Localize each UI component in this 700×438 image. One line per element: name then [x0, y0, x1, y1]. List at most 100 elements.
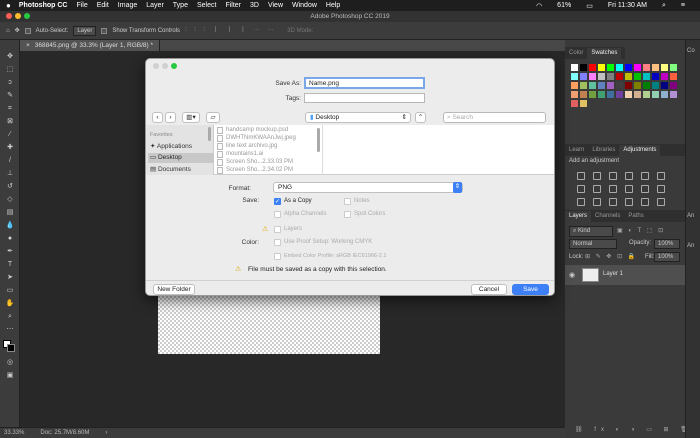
adjustment-icon[interactable]: [625, 198, 633, 206]
menu-layer[interactable]: Layer: [146, 2, 164, 9]
layer-dropdown[interactable]: Layer: [73, 25, 97, 36]
document-transparency[interactable]: [158, 286, 380, 354]
tab-libraries[interactable]: Libraries: [588, 145, 619, 156]
color-swatch[interactable]: [598, 64, 605, 71]
minimize-window-icon[interactable]: [15, 13, 21, 19]
color-swatch[interactable]: [607, 91, 614, 98]
new-folder-icon-button[interactable]: ▱: [206, 112, 220, 123]
list-item[interactable]: Screen Sho...2.33.03 PM: [226, 159, 293, 165]
color-swatch[interactable]: [643, 64, 650, 71]
color-swatch[interactable]: [652, 64, 659, 71]
adjustment-icon[interactable]: [577, 172, 585, 180]
adjustment-icon[interactable]: [577, 198, 585, 206]
move-icon[interactable]: ✥: [4, 52, 16, 62]
color-swatch[interactable]: [598, 82, 605, 89]
layer-row[interactable]: ◉ Layer 1: [565, 265, 685, 285]
brush-icon[interactable]: /: [4, 156, 16, 166]
color-swatch[interactable]: [661, 91, 668, 98]
battery-icon[interactable]: ▭: [586, 2, 593, 10]
menu-list-icon[interactable]: ≡: [681, 2, 685, 9]
auto-select-checkbox[interactable]: [24, 27, 31, 34]
color-swatch[interactable]: [634, 82, 641, 89]
stamp-icon[interactable]: ⊥: [4, 169, 16, 179]
adjustment-icon[interactable]: [609, 172, 617, 180]
adjustment-icon[interactable]: [593, 185, 601, 193]
marquee-icon[interactable]: ⬚: [4, 65, 16, 75]
color-swatch[interactable]: [616, 82, 623, 89]
color-swatch[interactable]: [571, 82, 578, 89]
adjustment-icons[interactable]: [565, 168, 685, 208]
path-select-icon[interactable]: ➤: [4, 273, 16, 283]
eye-icon[interactable]: ◉: [569, 271, 575, 279]
fill-field[interactable]: 100%: [654, 252, 680, 262]
adjustment-icon[interactable]: [593, 198, 601, 206]
color-swatch[interactable]: [670, 64, 677, 71]
color-swatch[interactable]: [634, 91, 641, 98]
color-swatch[interactable]: [616, 91, 623, 98]
close-tab-icon[interactable]: ×: [26, 42, 30, 49]
color-swatch[interactable]: [598, 73, 605, 80]
list-item[interactable]: Screen Sho...2.34.02 PM: [226, 167, 293, 173]
search-field[interactable]: ⌕ Search: [443, 112, 546, 123]
move-tool-icon[interactable]: ✥: [15, 27, 20, 34]
hand-icon[interactable]: ✋: [4, 299, 16, 309]
color-swatch[interactable]: [616, 64, 623, 71]
new-folder-button[interactable]: New Folder: [153, 284, 195, 295]
blend-mode-dropdown[interactable]: Normal: [569, 239, 617, 249]
dodge-icon[interactable]: ●: [4, 234, 16, 244]
align-icons[interactable]: ⫶ ⫶ ⫶ ┃ ┃ ┃ ⋯ ⋯: [185, 27, 276, 34]
lasso-icon[interactable]: ↄ: [4, 78, 16, 88]
transform-checkbox[interactable]: [101, 27, 108, 34]
pen-icon[interactable]: ✒: [4, 247, 16, 257]
proof-setup-checkbox[interactable]: [274, 239, 281, 246]
quick-mask-icon[interactable]: ◎: [4, 358, 16, 368]
tab-learn[interactable]: Learn: [565, 145, 588, 156]
adjustment-icon[interactable]: [641, 185, 649, 193]
wifi-icon[interactable]: ◠: [536, 2, 542, 10]
color-swatch[interactable]: [589, 73, 596, 80]
color-swatch[interactable]: [598, 91, 605, 98]
color-swatch[interactable]: [625, 91, 632, 98]
color-swatch[interactable]: [661, 64, 668, 71]
tab-layers[interactable]: Layers: [565, 211, 592, 222]
shape-icon[interactable]: ▭: [4, 286, 16, 296]
adjustment-icon[interactable]: [609, 185, 617, 193]
color-swatch[interactable]: [670, 73, 677, 80]
color-swatch[interactable]: [580, 82, 587, 89]
column-divider[interactable]: [322, 125, 323, 175]
cancel-button[interactable]: Cancel: [471, 284, 507, 295]
color-swatch[interactable]: [571, 100, 578, 107]
location-dropdown[interactable]: ▮ Desktop ⇕: [305, 112, 411, 123]
adjustment-icon[interactable]: [593, 172, 601, 180]
menu-image[interactable]: Image: [118, 2, 137, 9]
color-swatch[interactable]: [571, 73, 578, 80]
alpha-channels-checkbox[interactable]: [274, 211, 281, 218]
menu-type[interactable]: Type: [173, 2, 188, 9]
format-dropdown[interactable]: PNG ⇕: [273, 182, 463, 193]
list-item[interactable]: DWHTNmKWAAnJwj.jpeg: [226, 135, 296, 141]
list-item[interactable]: line text archivo.jpg: [226, 143, 277, 149]
quick-select-icon[interactable]: ✎: [4, 91, 16, 101]
color-swatch[interactable]: [670, 91, 677, 98]
kind-filter[interactable]: ⌕ Kind: [569, 226, 613, 237]
menu-edit[interactable]: Edit: [97, 2, 109, 9]
save-as-input[interactable]: Name.png: [304, 77, 425, 89]
status-arrow-icon[interactable]: ›: [105, 430, 107, 436]
menu-select[interactable]: Select: [197, 2, 216, 9]
background-color-swatch[interactable]: [7, 344, 15, 352]
search-icon[interactable]: ⌕: [662, 2, 666, 10]
dialog-zoom-icon[interactable]: [171, 63, 177, 69]
dialog-close-icon[interactable]: [153, 63, 159, 69]
color-swatch[interactable]: [661, 82, 668, 89]
color-swatch[interactable]: [643, 91, 650, 98]
history-brush-icon[interactable]: ↺: [4, 182, 16, 192]
adjustment-icon[interactable]: [609, 198, 617, 206]
home-icon[interactable]: ⌂: [6, 28, 10, 34]
more-tools-icon[interactable]: ⋯: [4, 325, 16, 335]
color-swatch[interactable]: [625, 73, 632, 80]
color-swatch[interactable]: [625, 64, 632, 71]
crop-icon[interactable]: ⌗: [4, 104, 16, 114]
tab-adjustments[interactable]: Adjustments: [619, 145, 661, 156]
list-item[interactable]: handcamp mockup.psd: [226, 127, 288, 133]
color-swatch[interactable]: [634, 73, 641, 80]
